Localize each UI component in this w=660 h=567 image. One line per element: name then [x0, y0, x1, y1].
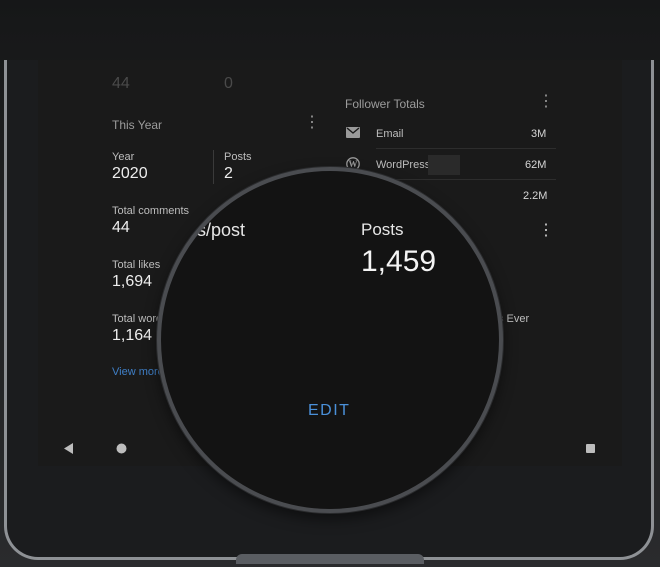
total-likes-value: 1,694 [112, 273, 153, 290]
faded-stat-value: 44 [112, 75, 130, 92]
magnifier-lens: s/post Posts 1,459 EDIT [157, 167, 503, 513]
magnified-posts-label: Posts [361, 220, 404, 239]
recents-icon[interactable] [586, 444, 595, 453]
total-comments-label: Total comments [112, 205, 190, 217]
follower-row-label: WordPress [376, 159, 431, 171]
view-more-link[interactable]: View more [112, 366, 164, 378]
posts-per-label-fragment: s/post [197, 220, 246, 240]
device-home-bar [236, 554, 424, 564]
row-divider [376, 179, 556, 180]
row-divider [376, 148, 556, 149]
magnified-posts-value: 1,459 [361, 245, 437, 278]
back-icon[interactable] [64, 443, 74, 454]
more-vert-icon[interactable]: ⋮ [538, 94, 554, 110]
total-likes-label: Total likes [112, 259, 161, 271]
home-icon[interactable] [116, 443, 127, 454]
card-title: This Year [112, 118, 163, 132]
follower-row-value: 62M [525, 159, 547, 171]
follower-row-label: Email [376, 128, 404, 140]
posts-label: Posts [224, 151, 252, 163]
more-vert-icon[interactable]: ⋮ [538, 223, 554, 239]
more-vert-icon[interactable]: ⋮ [304, 115, 320, 131]
posts-value: 2 [224, 165, 233, 182]
card-title: Follower Totals [345, 97, 425, 111]
column-divider [213, 150, 214, 184]
faded-stat-value: 0 [224, 75, 233, 92]
edit-button[interactable]: EDIT [308, 402, 350, 420]
follower-row-value: 2.2M [523, 190, 548, 202]
tablet-device: 44 0 This Year ⋮ Year 2020 Posts 2 Total… [0, 0, 660, 567]
total-words-value: 1,164 [112, 327, 153, 344]
email-icon [346, 127, 360, 138]
year-value: 2020 [112, 165, 148, 182]
redacted-block [428, 155, 460, 175]
year-label: Year [112, 151, 135, 163]
follower-row-value: 3M [531, 128, 547, 140]
total-comments-value: 44 [112, 219, 130, 236]
